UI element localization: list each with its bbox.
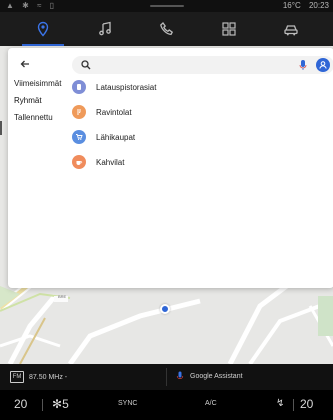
tab-phone[interactable] xyxy=(136,12,198,46)
divider xyxy=(166,368,167,386)
tab-apps[interactable] xyxy=(198,12,260,46)
clock: 20:23 xyxy=(308,1,329,10)
tab-music[interactable] xyxy=(74,12,136,46)
list-item-label: Latauspistorasiat xyxy=(96,82,157,92)
list-item-label: Lähikaupat xyxy=(96,132,136,142)
active-tab-indicator xyxy=(0,121,2,135)
list-item[interactable]: Ravintolat xyxy=(72,103,322,121)
music-note-icon xyxy=(99,21,111,36)
search-panel: Viimeisimmät Ryhmät Tallennettu Latauspi… xyxy=(0,48,333,288)
google-assistant-button[interactable]: Google Assistant xyxy=(176,371,243,381)
list-item[interactable]: Latauspistorasiat xyxy=(72,78,322,96)
media-bar: FM 87.50 MHz - Google Assistant xyxy=(0,364,333,390)
outside-temperature: 16°C xyxy=(282,1,301,10)
restaurant-icon xyxy=(72,105,86,119)
shopping-cart-icon xyxy=(72,130,86,144)
list-item[interactable]: Kahvilat xyxy=(72,153,322,171)
radio-frequency: 87.50 MHz - xyxy=(29,373,68,381)
back-button[interactable] xyxy=(16,56,34,72)
drag-handle[interactable] xyxy=(150,5,184,7)
user-icon xyxy=(319,61,327,69)
signal-icons: ▲ ✱ ≈ ▯ xyxy=(6,1,58,10)
list-item-label: Kahvilat xyxy=(96,157,125,167)
climate-bar: 20 ✻5 SYNC A/C ↯ 20 xyxy=(0,390,333,420)
phone-icon xyxy=(160,22,174,36)
apps-grid-icon xyxy=(222,22,236,36)
assistant-mic-icon xyxy=(176,371,184,379)
seat-heat-icon[interactable]: ↯ xyxy=(276,398,284,409)
list-item-label: Ravintolat xyxy=(96,107,132,117)
back-arrow-icon xyxy=(20,60,29,68)
search-input[interactable] xyxy=(94,58,284,72)
top-nav xyxy=(0,12,333,46)
assistant-label: Google Assistant xyxy=(190,372,243,380)
fan-icon: ✻ xyxy=(52,397,63,411)
tab-groups[interactable]: Ryhmät xyxy=(14,93,72,109)
search-bar[interactable] xyxy=(72,56,333,74)
divider xyxy=(42,399,43,411)
radio-widget[interactable]: FM 87.50 MHz - xyxy=(10,371,67,383)
search-icon xyxy=(81,60,91,70)
tab-saved[interactable]: Tallennettu xyxy=(14,110,72,126)
status-bar: ▲ ✱ ≈ ▯ 16°C 20:23 xyxy=(0,0,333,12)
charging-icon xyxy=(72,80,86,94)
profile-button[interactable] xyxy=(316,58,330,72)
ac-button[interactable]: A/C xyxy=(205,400,217,407)
sync-button[interactable]: SYNC xyxy=(118,400,137,407)
tab-recent[interactable]: Viimeisimmät xyxy=(14,76,72,92)
tab-navigation[interactable] xyxy=(12,12,74,46)
right-temperature[interactable]: 20 xyxy=(300,397,313,411)
radio-icon: FM xyxy=(10,371,24,383)
current-location-marker xyxy=(160,304,170,314)
location-pin-icon xyxy=(37,21,49,37)
list-item[interactable]: Lähikaupat xyxy=(72,128,322,146)
coffee-icon xyxy=(72,155,86,169)
fan-speed: 5 xyxy=(62,397,69,411)
divider xyxy=(293,399,294,411)
left-temperature[interactable]: 20 xyxy=(14,397,27,411)
microphone-icon[interactable] xyxy=(298,59,308,71)
status-right: 16°C 20:23 xyxy=(277,1,329,10)
car-icon xyxy=(284,25,298,36)
fan-control[interactable]: ✻5 xyxy=(52,397,69,411)
map-road-label: BRE xyxy=(58,294,67,299)
tab-vehicle[interactable] xyxy=(260,12,322,46)
